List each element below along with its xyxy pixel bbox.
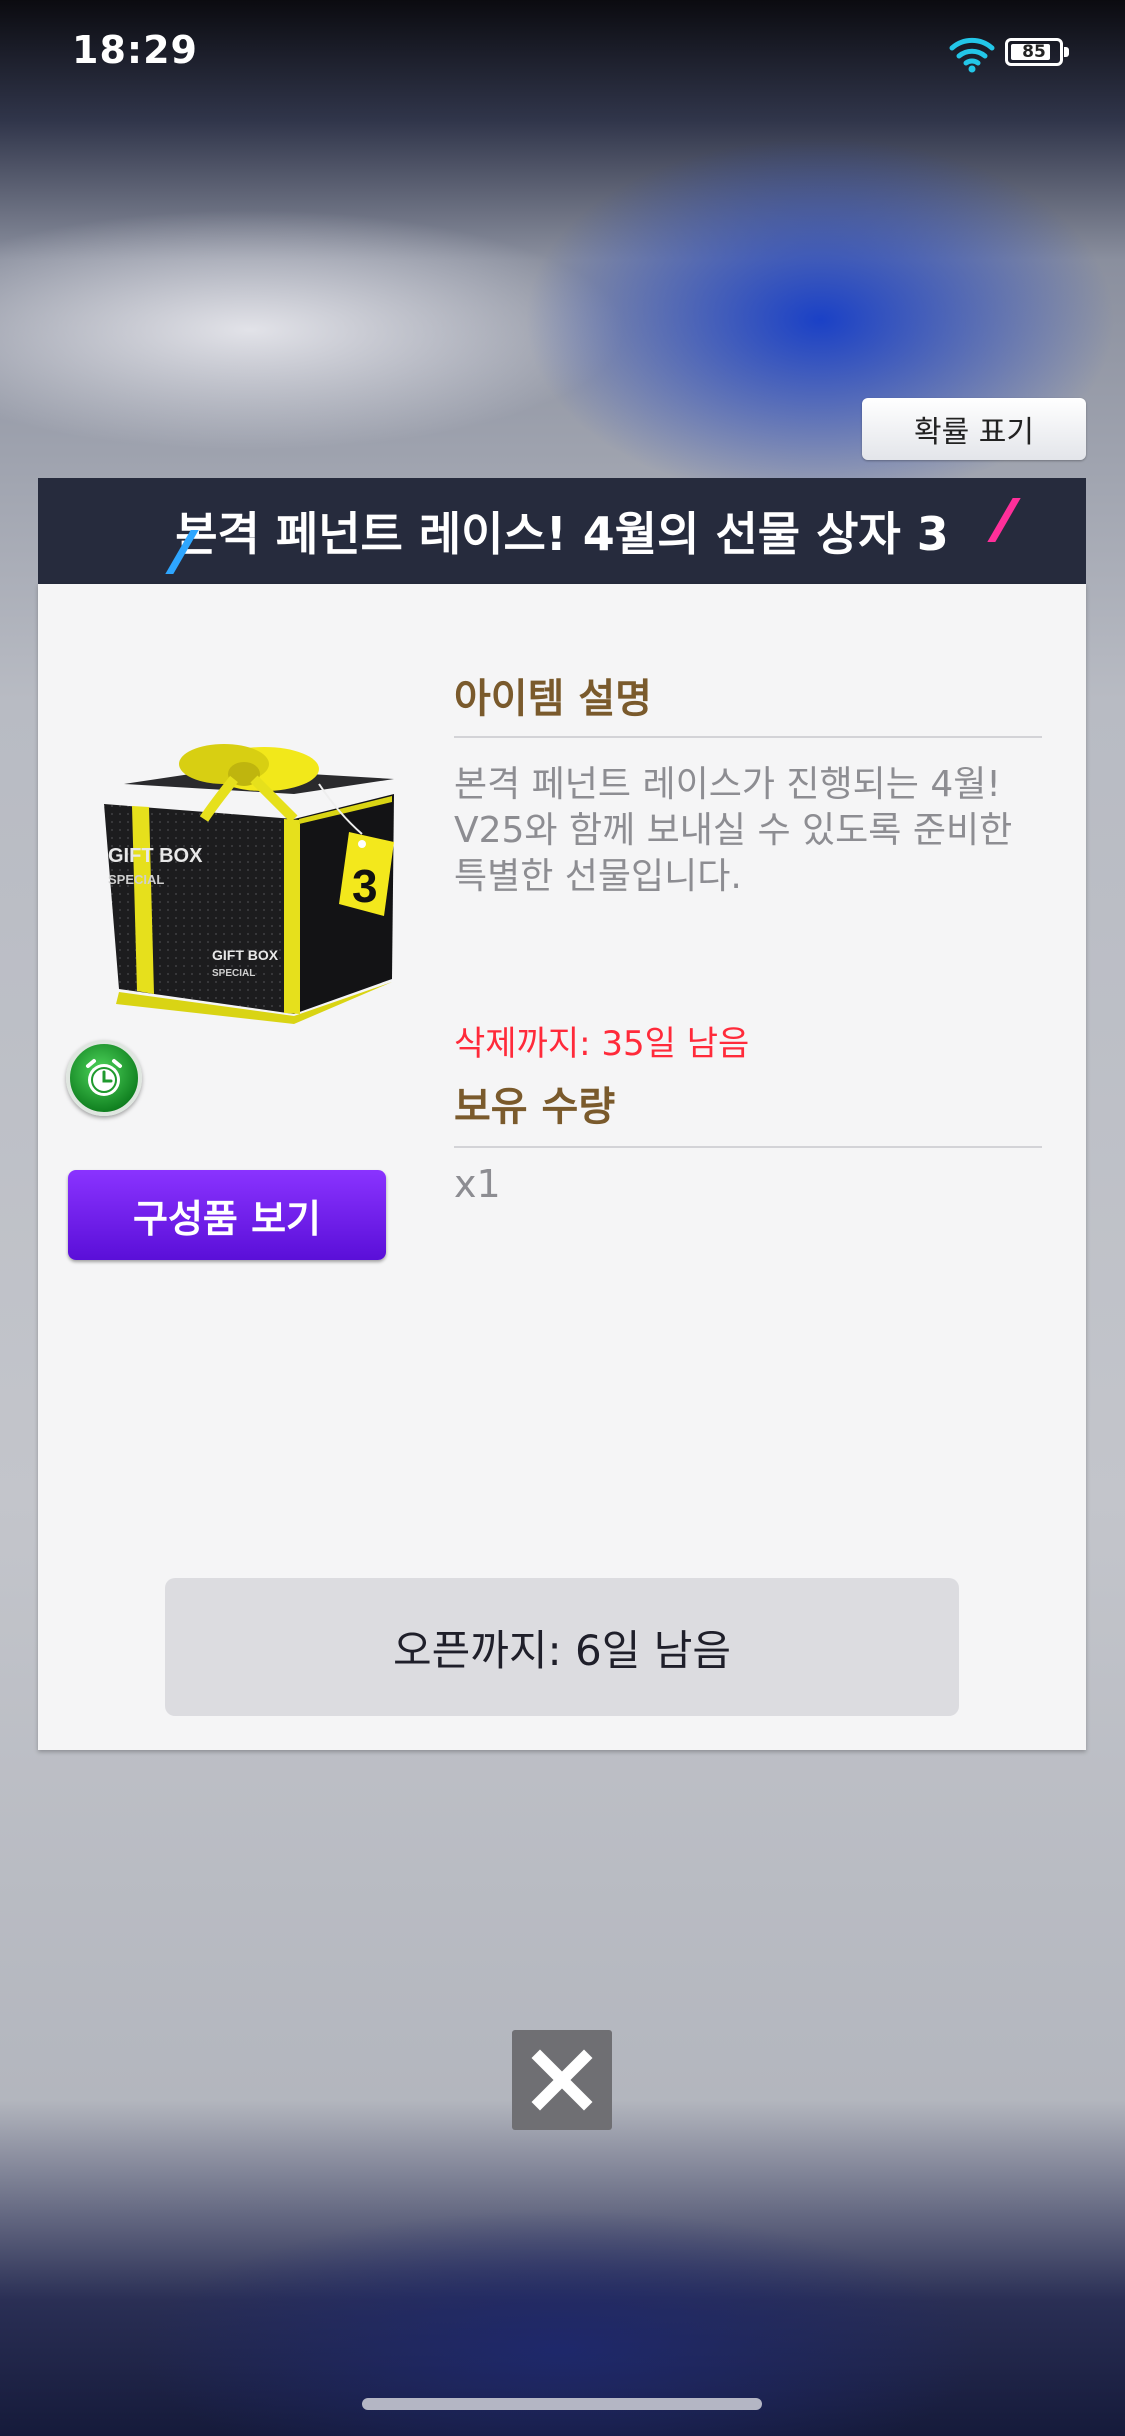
popup-body: GIFT BOX SPECIAL GIFT BOX SPECIAL 3 구성품 … (38, 584, 1086, 1750)
description-line: V25와 함께 보내실 수 있도록 준비한 (454, 810, 1013, 851)
item-description: 본격 페넌트 레이스가 진행되는 4월! V25와 함께 보내실 수 있도록 준… (454, 762, 1054, 900)
close-icon (531, 2049, 593, 2111)
box-side-sublabel: SPECIAL (212, 968, 255, 979)
description-divider (454, 736, 1042, 738)
close-button[interactable] (512, 2030, 612, 2130)
box-label: GIFT BOX (108, 845, 203, 867)
description-line: 특별한 선물입니다. (454, 856, 742, 897)
popup-header: 본격 페넌트 레이스! 4월의 선물 상자 3 (38, 478, 1086, 584)
status-bar: 18:29 85 (0, 0, 1125, 110)
home-indicator[interactable] (362, 2398, 762, 2410)
probability-button[interactable]: 확률 표기 (862, 398, 1086, 460)
popup-title: 본격 페넌트 레이스! 4월의 선물 상자 3 (175, 507, 949, 561)
battery-icon: 85 (1005, 38, 1069, 66)
view-components-button[interactable]: 구성품 보기 (68, 1170, 386, 1260)
box-side-label: GIFT BOX (212, 947, 279, 963)
battery-level: 85 (1022, 42, 1046, 62)
box-sublabel: SPECIAL (108, 872, 164, 887)
description-line: 본격 페넌트 레이스가 진행되는 4월! (454, 764, 1001, 805)
pink-slash-decoration (987, 498, 1021, 542)
quantity-value: x1 (454, 1162, 501, 1206)
tag-number: 3 (352, 860, 378, 912)
delete-countdown: 삭제까지: 35일 남음 (454, 1024, 750, 1064)
status-time: 18:29 (72, 28, 198, 72)
alarm-clock-icon (66, 1040, 142, 1116)
wifi-icon (949, 37, 995, 73)
open-countdown: 오픈까지: 6일 남음 (165, 1578, 959, 1716)
gift-box-image: GIFT BOX SPECIAL GIFT BOX SPECIAL 3 (104, 744, 394, 1024)
quantity-divider (454, 1146, 1042, 1148)
description-header: 아이템 설명 (454, 676, 652, 722)
quantity-header: 보유 수량 (454, 1084, 616, 1130)
